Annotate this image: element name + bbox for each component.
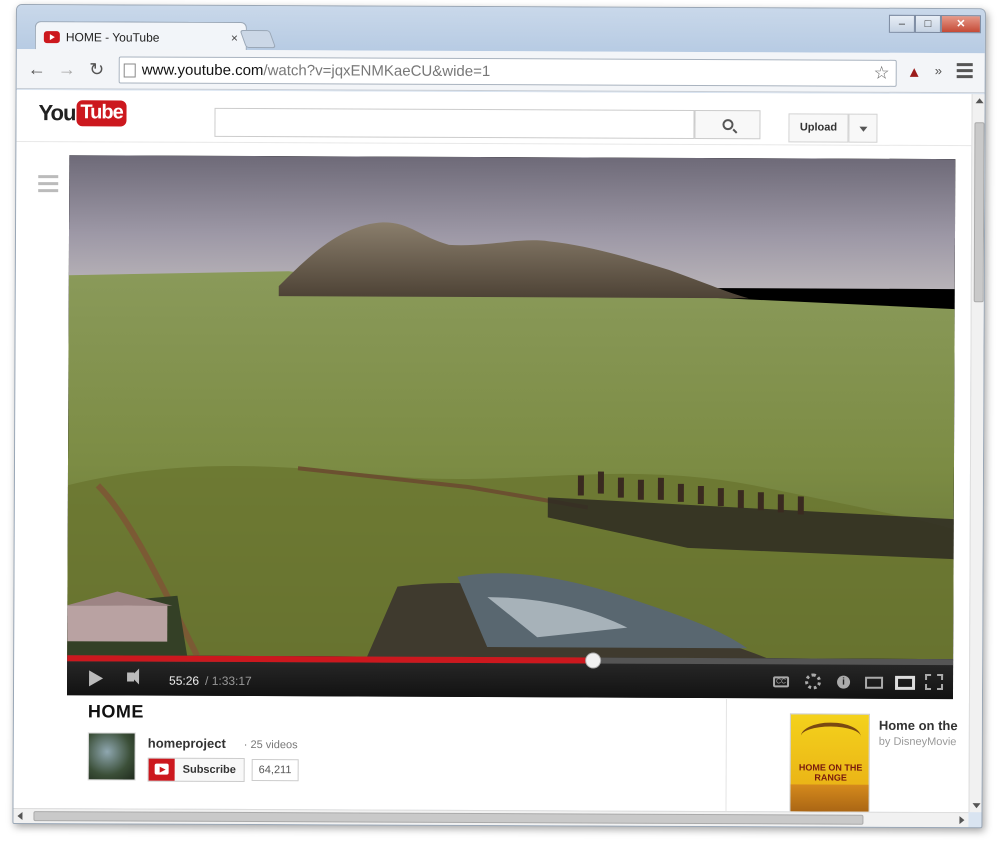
search-button[interactable] — [694, 109, 761, 140]
tab-youtube-home[interactable]: HOME - YouTube × — [34, 21, 247, 53]
logo-tube: Tube — [76, 100, 127, 127]
browser-menu-icon[interactable] — [956, 63, 973, 81]
poster-title: HOME ON THE RANGE — [798, 762, 863, 783]
close-window-button[interactable]: ✕ — [940, 15, 981, 34]
youtube-header: You Tube Upload — [16, 90, 972, 147]
channel-avatar[interactable] — [87, 732, 136, 781]
player-controls: 55:26 / 1:33:17 CC i — [66, 652, 954, 700]
page-content: You Tube Upload 55:26 / 1:33:17 CC i HOM… — [13, 90, 972, 813]
screenshot-stage: HOME - YouTube × – □ ✕ ← → ↻ www.youtube… — [0, 0, 1000, 841]
channel-name[interactable]: homeproject — [148, 736, 226, 751]
scroll-down-icon[interactable] — [972, 803, 981, 809]
browser-toolbar: ← → ↻ www.youtube.com /watch?v=jqxENMKae… — [16, 49, 985, 94]
scroll-up-icon[interactable] — [975, 98, 984, 104]
subscriber-count: 64,211 — [251, 759, 299, 782]
horizontal-scrollbar[interactable] — [13, 807, 969, 828]
forward-button[interactable]: → — [55, 57, 79, 81]
page-icon — [123, 62, 136, 78]
new-tab-button[interactable] — [239, 29, 277, 49]
video-count: · 25 videos — [243, 739, 298, 752]
minimize-button[interactable]: – — [888, 14, 915, 33]
recommended-thumbnail[interactable]: HOME ON THE RANGE — [789, 713, 870, 813]
video-player[interactable]: 55:26 / 1:33:17 CC i — [66, 155, 956, 700]
duration: / 1:33:17 — [205, 673, 252, 689]
captions-icon[interactable]: CC — [773, 676, 790, 688]
recommended-channel[interactable]: by DisneyMovie — [879, 736, 957, 748]
youtube-play-icon — [148, 758, 175, 781]
address-bar[interactable]: www.youtube.com /watch?v=jqxENMKaeCU&wid… — [118, 56, 897, 87]
extension-icon[interactable]: ▲ — [907, 64, 922, 81]
search-input[interactable] — [214, 107, 695, 139]
sidebar-divider — [725, 698, 727, 813]
maximize-button[interactable]: □ — [914, 14, 941, 34]
progress-handle[interactable] — [585, 652, 602, 669]
url-path: /watch?v=jqxENMKaeCU&wide=1 — [263, 62, 491, 81]
poster-characters — [790, 784, 870, 813]
back-button[interactable]: ← — [25, 57, 49, 81]
subscribe-label: Subscribe — [182, 763, 236, 776]
small-player-icon[interactable] — [865, 676, 884, 689]
window-controls: – □ ✕ — [888, 14, 981, 34]
overflow-chevron-icon[interactable]: » — [935, 63, 942, 78]
search-icon — [721, 119, 734, 131]
upload-button[interactable]: Upload — [788, 113, 849, 143]
current-time: 55:26 — [169, 673, 200, 688]
scroll-right-icon[interactable] — [959, 816, 965, 825]
large-player-icon[interactable] — [895, 675, 916, 690]
progress-fill — [67, 655, 594, 664]
reload-button[interactable]: ↻ — [85, 57, 109, 81]
bookmark-star-icon[interactable]: ☆ — [874, 63, 890, 84]
recommended-title[interactable]: Home on the — [879, 718, 958, 733]
play-icon[interactable] — [89, 670, 104, 687]
title-bar: HOME - YouTube × – □ ✕ — [16, 5, 985, 54]
mute-volume-icon[interactable] — [127, 672, 135, 682]
scroll-left-icon[interactable] — [17, 812, 23, 821]
guide-menu-icon[interactable] — [38, 175, 59, 196]
info-icon[interactable]: i — [837, 675, 851, 689]
settings-gear-icon[interactable] — [805, 673, 822, 690]
video-frame[interactable] — [67, 155, 956, 660]
vertical-scroll-thumb[interactable] — [973, 122, 985, 303]
youtube-favicon-icon — [43, 30, 60, 43]
tab-title: HOME - YouTube — [65, 29, 160, 45]
fullscreen-icon[interactable] — [925, 673, 944, 691]
tab-close-icon[interactable]: × — [231, 30, 238, 44]
horizontal-scroll-thumb[interactable] — [33, 811, 864, 825]
subscribe-button[interactable]: Subscribe — [147, 757, 245, 783]
vertical-scrollbar[interactable] — [968, 94, 986, 813]
youtube-logo[interactable]: You Tube — [38, 100, 127, 127]
url-host: www.youtube.com — [141, 61, 264, 80]
upload-dropdown-button[interactable] — [848, 113, 878, 143]
browser-window: HOME - YouTube × – □ ✕ ← → ↻ www.youtube… — [12, 4, 986, 829]
video-title: HOME — [87, 701, 144, 722]
poster-horns — [800, 722, 861, 751]
logo-you: You — [38, 100, 76, 126]
